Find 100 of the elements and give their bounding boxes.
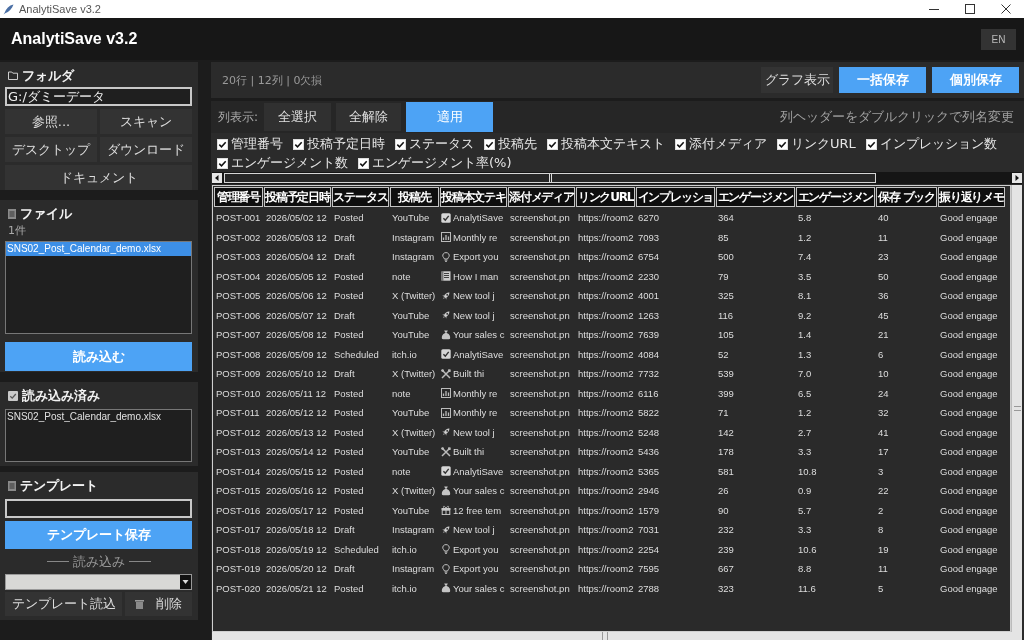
table-cell-text: 3.3 [797, 446, 813, 458]
checkbox[interactable] [865, 138, 877, 150]
folder-path-field[interactable]: G:/ダミーデータ [5, 87, 192, 106]
table-cell-text: itch.io [391, 582, 418, 594]
scroll-right-arrow-icon[interactable] [1012, 173, 1022, 183]
horizontal-scrollbar[interactable] [212, 632, 1022, 640]
checkbox[interactable] [358, 157, 369, 169]
table-cell-text: 11 [877, 563, 889, 575]
table-cell-text: 10.8 [797, 465, 818, 477]
table-cell-text: 2026/05/04 12 [265, 251, 328, 263]
table-cell: Export you [453, 543, 499, 555]
table-cell-text: Good engage [939, 485, 999, 497]
table-cell-text: X (Twitter) [391, 368, 437, 380]
table-cell-text: screenshot.pn [509, 309, 571, 321]
table-cell-text: YouTube [391, 407, 431, 419]
column-header[interactable]: エンゲージメン [716, 187, 795, 207]
panel-title: 読み込み済み [22, 388, 100, 403]
table-cell-text: 45 [877, 309, 890, 321]
table-cell: AnalytiSave [453, 465, 504, 477]
folder-icon [8, 71, 18, 80]
folder-shortcut-button[interactable]: 参照... [5, 109, 97, 134]
table-cell-text: POST-018 [215, 543, 262, 555]
minimize-icon [929, 8, 939, 10]
table-cell: Monthly re [453, 231, 498, 243]
table-cell-text: 1579 [637, 504, 661, 516]
column-header[interactable]: 投稿本文テキ [440, 187, 507, 207]
document-icon [8, 208, 16, 219]
column-header[interactable]: ステータス [332, 187, 389, 207]
loaded-file-list[interactable]: SNS02_Post_Calendar_demo.xlsx [5, 409, 192, 462]
checkbox[interactable] [547, 138, 558, 150]
folder-shortcut-button[interactable]: スキャン [100, 109, 192, 134]
column-header[interactable]: 投稿先 [390, 187, 439, 207]
sack-icon [441, 329, 451, 340]
loaded-file-item[interactable]: SNS02_Post_Calendar_demo.xlsx [6, 410, 191, 424]
clear-all-button[interactable]: 全解除 [336, 103, 402, 131]
table-cell-text: 2026/05/11 12 [265, 387, 328, 399]
vertical-scrollbar[interactable] [1011, 185, 1022, 632]
column-header[interactable]: 保存 ブック [876, 187, 937, 207]
feather-icon [3, 3, 14, 15]
table-cell: Export you [453, 251, 499, 263]
horizontal-scrollbar[interactable] [212, 172, 1022, 184]
table-cell: Built thi [453, 446, 485, 458]
table-cell-text: screenshot.pn [509, 270, 571, 282]
notebook-icon [441, 271, 451, 282]
column-header[interactable]: リンクURL [576, 187, 635, 207]
checkbox[interactable] [293, 138, 304, 150]
column-header[interactable]: インプレッショ [636, 187, 715, 207]
table-cell: AnalytiSave [453, 212, 504, 224]
table-cell: AnalytiSave [453, 348, 504, 360]
table-cell-text: 90 [717, 504, 730, 516]
table-cell-text: Posted [333, 212, 365, 224]
table-cell-text: screenshot.pn [509, 446, 571, 458]
panel-title: ファイル [20, 206, 72, 221]
table-cell-text: Good engage [939, 368, 999, 380]
delete-button[interactable]: 削除 [125, 592, 192, 616]
table-cell-text: screenshot.pn [509, 348, 571, 360]
checkbox[interactable] [217, 138, 228, 150]
table-cell-text: YouTube [391, 504, 431, 516]
table-cell-text: screenshot.pn [509, 582, 571, 594]
language-button[interactable]: EN [981, 28, 1016, 50]
table-cell-text: https://room2 [577, 407, 635, 419]
table-cell: New tool j [453, 290, 495, 302]
template-load-button[interactable]: テンプレート読込 [5, 592, 122, 616]
column-header[interactable]: エンゲージメン [796, 187, 875, 207]
folder-shortcut-button[interactable]: ドキュメント [5, 165, 192, 190]
table-cell-text: 2026/05/02 12 [265, 212, 328, 224]
table-cell-text: 3 [877, 465, 885, 477]
checkbox[interactable] [777, 138, 788, 150]
table-cell-text: 1263 [637, 309, 661, 321]
scrollbar-thumb[interactable] [224, 173, 876, 183]
table-cell-text: 71 [717, 407, 730, 419]
column-header[interactable]: 振り返りメモ [938, 187, 1005, 207]
table-cell-text: Draft [333, 309, 356, 321]
select-all-button[interactable]: 全選択 [264, 103, 332, 131]
scroll-left-arrow-icon[interactable] [212, 173, 222, 183]
checkbox[interactable] [675, 138, 686, 150]
tools-icon [441, 446, 451, 457]
table-cell-text: 1.2 [797, 407, 813, 419]
folder-shortcut-button[interactable]: デスクトップ [5, 137, 97, 162]
table-cell-text: YouTube [391, 446, 431, 458]
chart-view-button[interactable]: グラフ表示 [761, 67, 833, 93]
table-cell-text: screenshot.pn [509, 563, 571, 575]
folder-shortcut-button[interactable]: ダウンロード [100, 137, 192, 162]
table-cell-text: https://room2 [577, 504, 635, 516]
table-cell-text: 5822 [637, 407, 661, 419]
rocket-icon [441, 310, 451, 321]
table-cell-text: 2026/05/21 12 [265, 582, 328, 594]
column-header[interactable]: 投稿予定日時 [264, 187, 331, 207]
checkbox[interactable] [484, 138, 495, 150]
table-cell-text: Posted [333, 290, 365, 302]
table-cell-text: 40 [877, 212, 890, 224]
column-header[interactable]: 添付メディア [508, 187, 575, 207]
checkbox[interactable] [217, 157, 228, 169]
column-header[interactable]: 管理番号 [214, 187, 263, 207]
table-cell-text: 24 [877, 387, 890, 399]
template-name-field[interactable] [5, 499, 192, 518]
table-cell-text: Good engage [939, 387, 999, 399]
rocket-icon [441, 427, 451, 438]
table-cell-text: 2254 [637, 543, 661, 555]
checkbox[interactable] [395, 138, 406, 150]
